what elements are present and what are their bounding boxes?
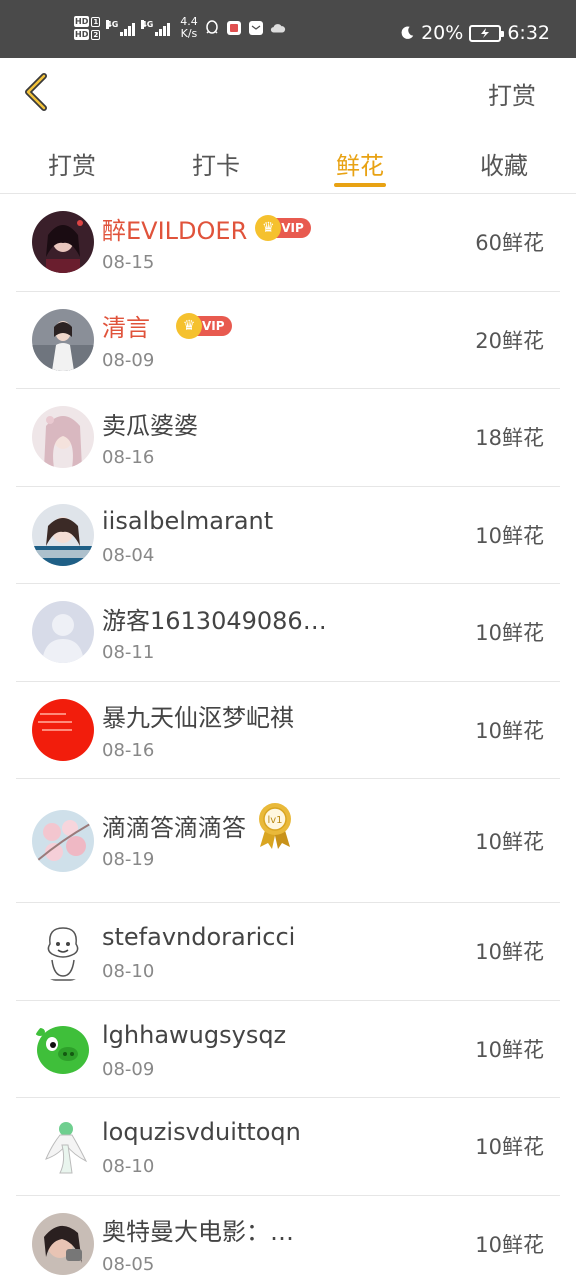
tab-flowers[interactable]: 鲜花 — [288, 130, 432, 193]
name-line: 暴九天仙沤梦屺祺 — [102, 700, 294, 732]
hd-indicators: HD 1 HD 2 — [74, 16, 101, 40]
vip-badge: ♛ VIP — [176, 312, 232, 339]
avatar[interactable] — [32, 920, 94, 983]
list-item[interactable]: 游客1613049086… 08-11 10鲜花 — [16, 584, 560, 682]
back-button[interactable] — [20, 72, 56, 112]
date: 08-05 — [102, 1253, 155, 1275]
app-header: 打赏 — [0, 58, 576, 130]
date: 08-11 — [102, 642, 155, 663]
avatar[interactable] — [32, 211, 94, 274]
user-name[interactable]: 奥特曼大电影：… — [102, 1212, 294, 1247]
list-item[interactable]: 醉EVILDOER ♛ VIP 08-15 60鲜花 — [16, 194, 560, 292]
network-speed: 4.4 K/s — [180, 15, 198, 40]
flower-amount: 10鲜花 — [475, 1232, 544, 1257]
signal-1-icon: 4G — [106, 20, 136, 36]
cloud-icon — [270, 20, 286, 36]
chevron-left-icon — [25, 73, 47, 111]
avatar[interactable] — [32, 1115, 94, 1178]
user-name[interactable]: 清言 — [102, 308, 150, 343]
user-name[interactable]: 暴九天仙沤梦屺祺 — [102, 698, 294, 733]
flower-amount: 10鲜花 — [475, 829, 544, 854]
list-item[interactable]: iisalbelmarant 08-04 10鲜花 — [16, 487, 560, 584]
name-line: 卖瓜婆婆 — [102, 406, 198, 441]
date: 08-16 — [102, 447, 155, 468]
date: 08-10 — [102, 961, 155, 982]
svg-text:lv1: lv1 — [267, 815, 282, 826]
date: 08-15 — [102, 252, 155, 273]
avatar[interactable] — [32, 1017, 94, 1080]
hd1-indicator: HD 1 — [74, 16, 101, 27]
user-name[interactable]: iisalbelmarant — [102, 507, 273, 535]
tab-checkin[interactable]: 打卡 — [144, 130, 288, 193]
user-name[interactable]: 滴滴答滴滴答 — [102, 808, 246, 843]
mail-app-icon — [248, 20, 264, 36]
list-item[interactable]: 清言 ♛ VIP 08-09 20鲜花 — [16, 292, 560, 389]
avatar[interactable] — [32, 809, 94, 872]
status-bar: HD 1 HD 2 4G 4G 4.4 K/s 20% 6:32 — [0, 0, 576, 58]
user-name[interactable]: lghhawugsysqz — [102, 1021, 286, 1049]
date: 08-19 — [102, 849, 155, 870]
avatar[interactable] — [32, 308, 94, 371]
level-medal-icon: lv1 — [259, 803, 291, 849]
user-name[interactable]: loquzisvduittoqn — [102, 1118, 301, 1146]
book-app-icon — [226, 20, 242, 36]
avatar[interactable] — [32, 698, 94, 761]
status-left: HD 1 HD 2 4G 4G 4.4 K/s — [74, 16, 286, 40]
date: 08-16 — [102, 739, 155, 761]
avatar[interactable] — [32, 503, 94, 566]
name-line: 醉EVILDOER ♛ VIP — [102, 211, 311, 246]
name-line: loquzisvduittoqn — [102, 1116, 301, 1148]
avatar[interactable] — [32, 1212, 94, 1275]
name-line: lghhawugsysqz — [102, 1019, 286, 1051]
flower-list: 醉EVILDOER ♛ VIP 08-15 60鲜花 清言 ♛ VIP 08-09 … — [0, 194, 576, 1280]
name-line: 滴滴答滴滴答 lv1 — [102, 803, 294, 849]
status-right: 20% 6:32 — [399, 22, 550, 44]
flower-amount: 10鲜花 — [475, 940, 544, 965]
user-name[interactable]: stefavndoraricci — [102, 923, 295, 951]
flower-amount: 60鲜花 — [475, 231, 544, 256]
name-line: stefavndoraricci — [102, 921, 295, 953]
signal-2-icon: 4G — [141, 20, 171, 36]
list-item[interactable]: 滴滴答滴滴答 lv1 08-19 10鲜花 — [16, 779, 560, 903]
flower-amount: 10鲜花 — [475, 1037, 544, 1062]
list-item[interactable]: loquzisvduittoqn 08-10 10鲜花 — [16, 1098, 560, 1196]
date: 08-09 — [102, 1058, 155, 1080]
name-line: 游客1613049086… — [102, 601, 327, 636]
flower-amount: 18鲜花 — [475, 426, 544, 451]
avatar[interactable] — [32, 406, 94, 469]
list-item[interactable]: 暴九天仙沤梦屺祺 08-16 10鲜花 — [16, 682, 560, 779]
date: 08-04 — [102, 544, 155, 566]
moon-icon — [399, 25, 415, 41]
name-line: iisalbelmarant — [102, 505, 273, 537]
reward-button[interactable]: 打赏 — [488, 76, 536, 111]
vip-badge: ♛ VIP — [255, 215, 311, 241]
flower-amount: 20鲜花 — [475, 328, 544, 353]
user-name[interactable]: 卖瓜婆婆 — [102, 406, 198, 441]
name-line: 奥特曼大电影：… — [102, 1214, 294, 1246]
tab-bar: 打赏 打卡 鲜花 收藏 — [0, 130, 576, 194]
list-item[interactable]: stefavndoraricci 08-10 10鲜花 — [16, 903, 560, 1001]
qq-icon — [204, 20, 220, 36]
list-item[interactable]: 卖瓜婆婆 08-16 18鲜花 — [16, 389, 560, 487]
flower-amount: 10鲜花 — [475, 523, 544, 548]
list-item[interactable]: 奥特曼大电影：… 08-05 10鲜花 — [16, 1196, 560, 1280]
list-item[interactable]: lghhawugsysqz 08-09 10鲜花 — [16, 1001, 560, 1098]
user-name[interactable]: 醉EVILDOER — [102, 211, 247, 246]
tab-favorites[interactable]: 收藏 — [432, 130, 576, 193]
date: 08-10 — [102, 1156, 155, 1177]
flower-amount: 10鲜花 — [475, 1135, 544, 1160]
tab-reward[interactable]: 打赏 — [0, 130, 144, 193]
user-name[interactable]: 游客1613049086… — [102, 601, 327, 636]
crown-icon: ♛ — [255, 215, 282, 241]
flower-amount: 10鲜花 — [475, 718, 544, 743]
flower-amount: 10鲜花 — [475, 621, 544, 646]
crown-icon: ♛ — [176, 312, 202, 339]
date: 08-09 — [102, 349, 155, 371]
clock: 6:32 — [507, 22, 550, 44]
hd2-indicator: HD 2 — [74, 29, 101, 40]
name-line: 清言 ♛ VIP — [102, 310, 232, 342]
avatar[interactable] — [32, 601, 94, 664]
battery-charging-icon — [469, 24, 505, 42]
battery-percent: 20% — [421, 22, 464, 44]
